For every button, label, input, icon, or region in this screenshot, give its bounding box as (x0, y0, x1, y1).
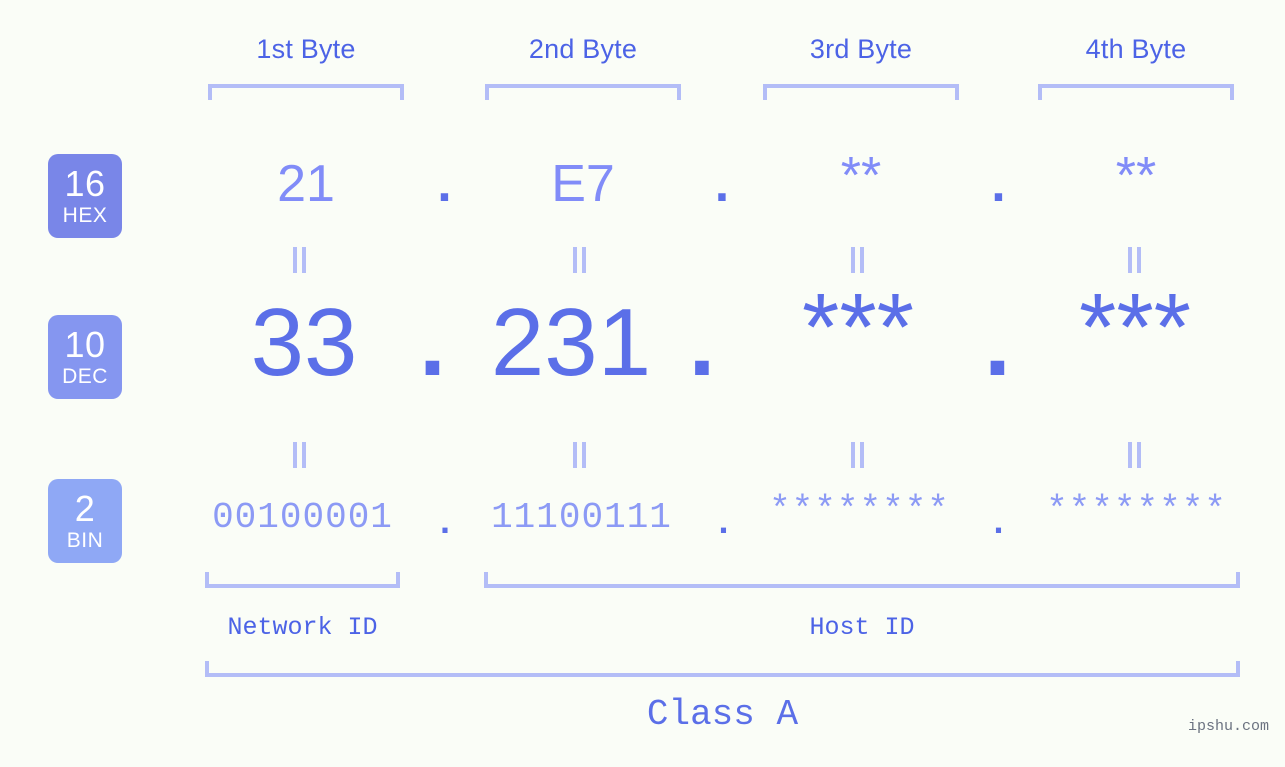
equality-mark-hex-dec-1 (293, 247, 311, 273)
equality-mark-dec-bin-2 (573, 442, 591, 468)
dec-byte-value-2: 231 (490, 289, 652, 396)
host-id-bracket (484, 572, 1240, 588)
base-badge-bin-name: BIN (66, 529, 104, 552)
bin-byte-value-2: 11100111 (491, 497, 672, 538)
bin-byte-value-1: 00100001 (212, 497, 393, 538)
hex-separator-3: . (991, 155, 1006, 213)
equality-mark-hex-dec-4 (1128, 247, 1146, 273)
base-badge-bin: 2 BIN (48, 479, 122, 563)
bin-separator-2: . (718, 500, 729, 541)
byte-bracket-top-4 (1038, 84, 1234, 100)
base-badge-dec-name: DEC (62, 365, 108, 388)
equality-mark-dec-bin-4 (1128, 442, 1146, 468)
equality-mark-dec-bin-3 (851, 442, 869, 468)
host-id-label: Host ID (809, 613, 915, 642)
byte-header-label-4: 4th Byte (1085, 34, 1187, 64)
site-watermark: ipshu.com (1188, 718, 1270, 735)
dec-separator-2: . (688, 289, 716, 396)
bin-byte-value-3: ******** (769, 490, 950, 531)
base-badge-dec: 10 DEC (48, 315, 122, 399)
dec-separator-1: . (419, 289, 446, 396)
network-id-label: Network ID (227, 613, 378, 642)
network-id-bracket (205, 572, 400, 588)
byte-header-label-2: 2nd Byte (528, 34, 638, 64)
hex-separator-1: . (437, 155, 452, 213)
dec-byte-value-4: *** (1078, 274, 1192, 381)
base-badge-hex-number: 16 (64, 163, 106, 204)
class-label: Class A (646, 694, 799, 735)
hex-byte-value-2: E7 (551, 155, 615, 213)
byte-header-label-3: 3rd Byte (809, 34, 913, 64)
base-badge-hex: 16 HEX (48, 154, 122, 238)
base-badge-dec-number: 10 (64, 324, 106, 365)
hex-separator-2: . (714, 155, 730, 213)
dec-separator-3: . (984, 289, 1011, 396)
byte-bracket-top-2 (485, 84, 681, 100)
hex-byte-value-3: ** (840, 147, 882, 205)
base-badge-hex-name: HEX (62, 204, 108, 227)
byte-bracket-top-1 (208, 84, 404, 100)
ip-byte-breakdown-diagram: 1st Byte 2nd Byte 3rd Byte 4th Byte 16 H… (0, 0, 1285, 767)
hex-byte-value-4: ** (1115, 147, 1157, 205)
base-badge-bin-number: 2 (74, 488, 96, 529)
equality-mark-hex-dec-3 (851, 247, 869, 273)
byte-header-label-1: 1st Byte (256, 34, 356, 64)
equality-mark-dec-bin-1 (293, 442, 311, 468)
class-bracket (205, 661, 1240, 677)
hex-byte-value-1: 21 (277, 155, 335, 213)
bin-separator-3: . (993, 500, 1004, 541)
bin-separator-1: . (439, 500, 450, 541)
bin-byte-value-4: ******** (1046, 490, 1227, 531)
byte-bracket-top-3 (763, 84, 959, 100)
equality-mark-hex-dec-2 (573, 247, 591, 273)
dec-byte-value-1: 33 (250, 289, 358, 396)
dec-byte-value-3: *** (801, 274, 915, 381)
